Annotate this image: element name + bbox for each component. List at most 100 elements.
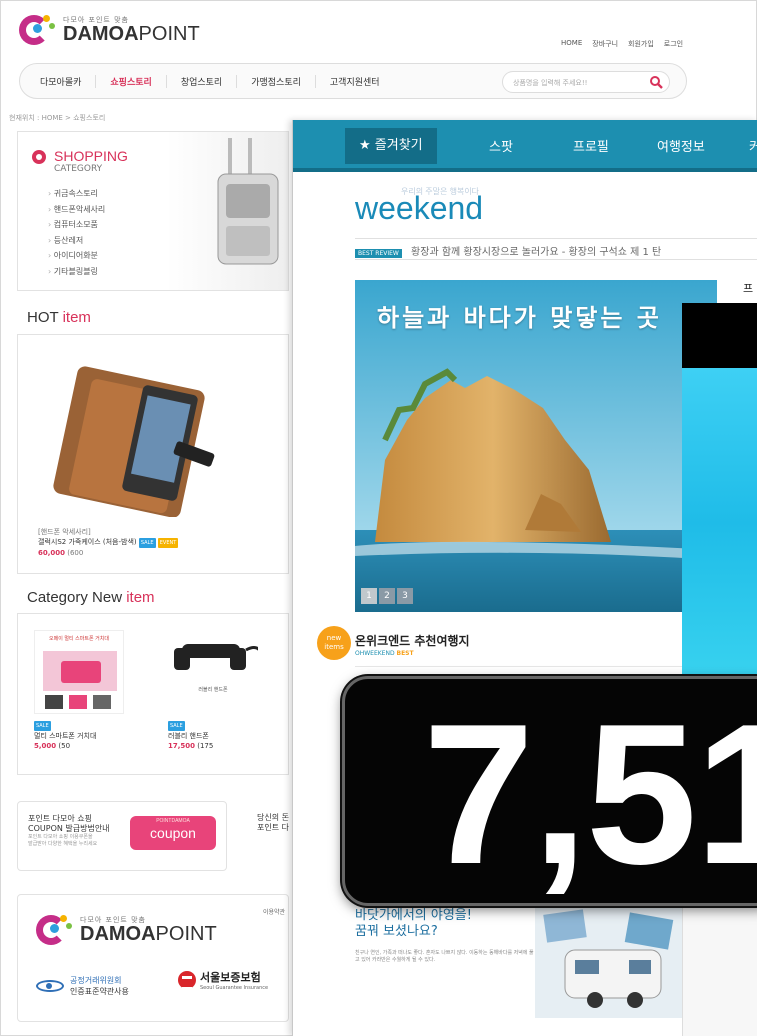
new-item-name: 멀티 스마트폰 거치대 [34, 732, 97, 740]
counter-value: 7,51 [423, 683, 757, 906]
nav-more[interactable]: 커 [749, 136, 757, 155]
nav-travel-info[interactable]: 여행정보 [657, 136, 705, 155]
pager-item-3[interactable]: 3 [397, 588, 413, 604]
camping-article-heading[interactable]: 바닷가에서의 야영을! 꿈꿔 보셨나요? [355, 908, 472, 940]
footer-terms-link[interactable]: 이용약관 [263, 907, 285, 916]
side-column-label: 프 [743, 282, 754, 295]
category-subtitle: CATEGORY [54, 164, 103, 174]
category-new-box: 오메이 멀티 스마트폰 거치대 SALE 멀티 스마트폰 거치대 5,000 (… [17, 613, 289, 775]
damoapoint-logo-icon [19, 11, 55, 47]
phone-stand-image [43, 651, 117, 709]
new-item-price: 5,000 [34, 742, 57, 750]
nav-item-damoamall[interactable]: 다모아몰카 [40, 74, 97, 88]
weekend-logo-tagline: 우리의 주말은 행복이다 [401, 187, 480, 196]
recommended-destinations-title[interactable]: 온위크엔드 추천여행지 [355, 632, 470, 649]
hero-pager: 1 2 3 [361, 588, 413, 604]
new-item-lovely-handset[interactable]: 러블리 핸드폰 SALE 러블리 핸드폰 17,500 (175 [168, 630, 276, 751]
category-new-title: Category New item [27, 589, 155, 606]
hot-item-box[interactable]: [핸드폰 악세사리] 갤럭시S2 가죽케이스 (처음-밤색) SALE EVEN… [17, 334, 289, 574]
hero-title: 하늘과 바다가 맞닿는 곳 [377, 304, 662, 332]
coupon-line1: 포인트 다모아 쇼핑 [28, 814, 92, 823]
coupon-button[interactable]: POINTDAMOA coupon [130, 816, 216, 850]
coupon-line2: COUPON 발급방법안내 [28, 824, 110, 833]
section-divider [355, 666, 685, 667]
phone-case-image [53, 366, 215, 517]
logo-brand-bold: DAMOA [63, 23, 139, 45]
category-list: 귀금속스토리 핸드폰악세사리 컴퓨터소모품 등산레저 아이디어화분 기타블링블링 [48, 186, 106, 280]
camping-article-text: 친구나 연인, 가족과 떠나도 좋다. 혼자도 나쁘지 않다. 이동하는 동해바… [355, 950, 534, 963]
breadcrumb: 현재위치 : HOME > 쇼핑스토리 [9, 114, 106, 122]
nav-item-startup-story[interactable]: 창업스토리 [167, 74, 238, 88]
category-item-computer-supplies[interactable]: 컴퓨터소모품 [48, 217, 105, 233]
retro-phone-image [217, 138, 279, 265]
new-item-name: 러블리 핸드폰 [168, 732, 209, 740]
toplink-cart[interactable]: 장바구니 [592, 39, 618, 49]
best-review-ticker[interactable]: BEST REVIEW 황장과 함께 황장시장으로 놀러가요 - 황장의 구석쇼… [355, 238, 757, 260]
damoapoint-logo[interactable]: 다모아 포인트 맞춤 DAMOAPOINT [19, 11, 200, 47]
new-item-thumb: 러블리 핸드폰 [168, 630, 258, 714]
ftc-logo-icon [36, 980, 64, 992]
hot-item-name[interactable]: 갤럭시S2 가죽케이스 (처음-밤색) [38, 538, 137, 546]
weekend-nav: ★ 즐겨찾기 스팟 프로필 여행정보 커 [293, 120, 757, 172]
coupon-button-label: coupon [150, 825, 196, 841]
hero-slideshow[interactable]: 하늘과 바다가 맞닿는 곳 1 2 3 [355, 280, 717, 612]
camper-trailer-image [535, 906, 685, 1018]
new-items-badge: new items [317, 626, 351, 660]
search-input[interactable]: 상품명을 입력해 주세요!! [502, 71, 670, 93]
sale-badge: SALE [168, 721, 185, 731]
shopping-category-box: SHOPPING CATEGORY 귀금속스토리 핸드폰악세사리 컴퓨터소모품 … [17, 131, 289, 291]
sgi-logo-icon [178, 971, 196, 990]
nav-item-shopping-story[interactable]: 쇼핑스토리 [96, 74, 167, 88]
search-placeholder: 상품명을 입력해 주세요!! [513, 79, 588, 87]
top-links: HOME 장바구니 회원가입 로그인 [561, 39, 683, 49]
footer-logo: 다모아 포인트 맞춤 DAMOAPOINT [36, 911, 217, 947]
hot-item-category: [핸드폰 악세사리] [38, 528, 91, 536]
hot-item-caption: [핸드폰 악세사리] 갤럭시S2 가죽케이스 (처음-밤색) SALE EVEN… [38, 527, 179, 558]
ticker-text: 황장과 함께 황장시장으로 놀러가요 - 황장의 구석쇼 제 1 탄 [411, 247, 662, 258]
hot-item-points: (600 [67, 549, 84, 557]
point-promo-text: 당신의 돈 포인트 다 [257, 813, 289, 832]
recommended-destinations-subtitle: OHWEEKEND BEST [355, 650, 414, 657]
new-item-points: (175 [197, 742, 214, 750]
nav-spot[interactable]: 스팟 [489, 136, 513, 155]
category-bullet-icon [32, 150, 46, 164]
nav-item-support-center[interactable]: 고객지원센터 [316, 75, 394, 88]
nav-item-franchise-story[interactable]: 가맹점스토리 [237, 74, 316, 88]
new-item-thumb: 오메이 멀티 스마트폰 거치대 [34, 630, 124, 714]
nav-favorites[interactable]: ★ 즐겨찾기 [345, 128, 437, 164]
event-badge: EVENT [157, 538, 179, 548]
pager-item-1[interactable]: 1 [361, 588, 377, 604]
coupon-box: 포인트 다모아 쇼핑 COUPON 발급방법안내 포인트 다모아 쇼핑 이용쿠폰… [17, 801, 227, 871]
new-item-points: (50 [58, 742, 71, 750]
sale-badge: SALE [34, 721, 51, 731]
toplink-login[interactable]: 로그인 [664, 39, 683, 49]
damoapoint-logo-icon [36, 911, 72, 947]
counter-popup: 7,51 [342, 676, 757, 906]
category-item-idea-pot[interactable]: 아이디어화분 [48, 248, 105, 264]
hot-item-price: 60,000 [38, 549, 66, 557]
seoul-guarantee-logo: 서울보증보험 Seoul Guarantee Insurance [178, 969, 268, 991]
category-item-phone-accessory[interactable]: 핸드폰악세사리 [48, 202, 106, 218]
new-item-multi-stand[interactable]: 오메이 멀티 스마트폰 거치대 SALE 멀티 스마트폰 거치대 5,000 (… [34, 630, 142, 751]
new-item-price: 17,500 [168, 742, 196, 750]
ftc-certification: 공정거래위원회 인증표준약관사용 [36, 975, 129, 997]
sale-badge: SALE [138, 538, 156, 548]
weekend-logo[interactable]: 우리의 주말은 행복이다 weekend [355, 187, 483, 227]
cyan-overlay-panel [682, 368, 757, 678]
footer-box: 다모아 포인트 맞춤 DAMOAPOINT 공정거래위원회 인증표준약관사용 서울… [17, 894, 289, 1022]
toplink-signup[interactable]: 회원가입 [628, 39, 654, 49]
category-item-jewelry[interactable]: 귀금속스토리 [48, 186, 105, 202]
category-item-etc[interactable]: 기타블링블링 [48, 264, 105, 280]
pager-item-2[interactable]: 2 [379, 588, 395, 604]
nav-profile[interactable]: 프로필 [573, 136, 609, 155]
logo-brand-light: POINT [138, 23, 200, 45]
search-icon[interactable] [649, 75, 663, 89]
hot-item-title: HOT item [27, 309, 91, 326]
black-overlay-panel [682, 303, 757, 368]
toplink-home[interactable]: HOME [561, 39, 582, 49]
category-title: SHOPPING [54, 148, 128, 164]
handset-image [174, 644, 258, 670]
category-item-outdoor[interactable]: 등산레저 [48, 233, 105, 249]
best-review-tag: BEST REVIEW [355, 249, 402, 258]
main-nav: 다모아몰카 쇼핑스토리 창업스토리 가맹점스토리 고객지원센터 상품명을 입력해… [19, 63, 687, 99]
